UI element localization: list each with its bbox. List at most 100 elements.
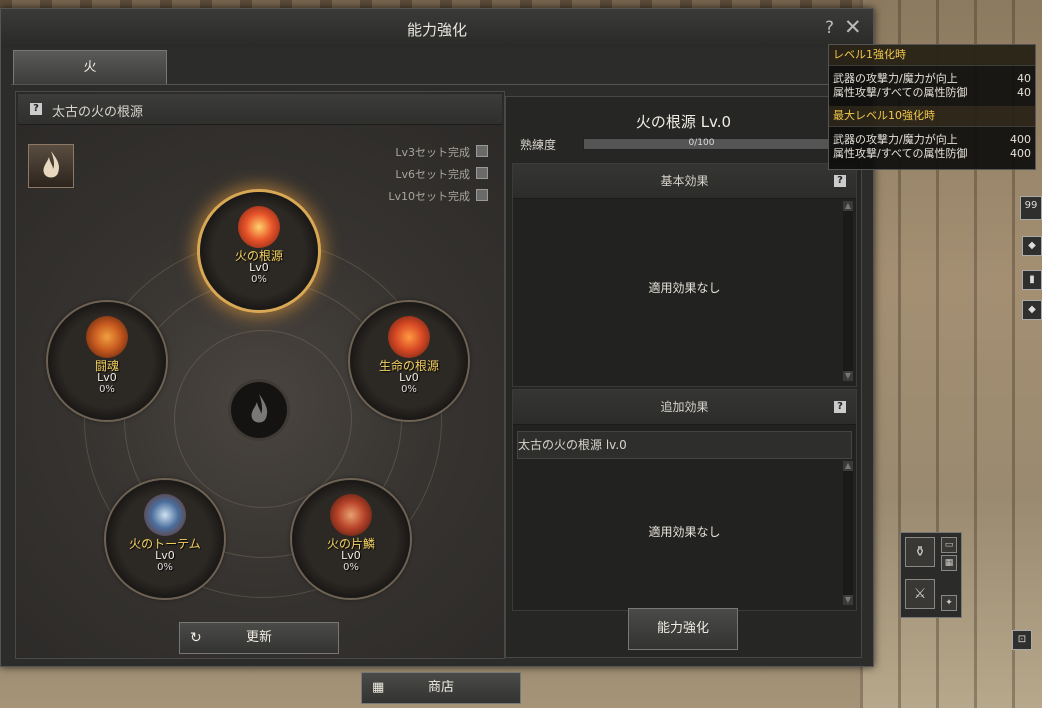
side-badge[interactable]: 99: [1020, 196, 1042, 220]
tooltip-row: 武器の攻撃力/魔力が向上 400: [829, 133, 1035, 147]
enhance-button[interactable]: 能力強化: [628, 608, 738, 650]
tooltip-value: 400: [1010, 133, 1031, 146]
window-title: 能力強化: [406, 21, 467, 39]
tab-divider: [11, 84, 863, 85]
set-label: Lv10セット完成: [388, 190, 470, 203]
basic-effect-title: 基本効果: [660, 174, 709, 188]
window-icon[interactable]: ▭: [941, 537, 957, 553]
sword-icon[interactable]: ⚔: [905, 579, 935, 609]
diamond-icon[interactable]: ◆: [1022, 300, 1042, 320]
ability-tree-panel: ? 太古の火の根源 Lv3セット完成 Lv6セット完成 Lv10セット完成 火の…: [15, 91, 505, 659]
extra-effect-header: 追加効果 ?: [513, 390, 856, 425]
diamond-icon[interactable]: ◆: [1022, 236, 1042, 256]
tooltip-row: 属性攻撃/すべての属性防御 40: [829, 86, 1035, 100]
shop-button[interactable]: ▦ 商店: [361, 672, 521, 704]
shop-label: 商店: [427, 680, 454, 695]
node-life-origin[interactable]: 生命の根源 Lv0 0%: [350, 302, 468, 420]
proficiency-bar: 0/100: [583, 138, 855, 150]
set-label: Lv3セット完成: [395, 146, 470, 159]
tab-fire[interactable]: 火: [13, 50, 167, 84]
titlebar: 能力強化 ? ✕: [1, 9, 873, 47]
fire-fragment-icon: [330, 494, 372, 536]
scrollbar[interactable]: ▲ ▼: [843, 201, 853, 381]
extra-effect-text: 適用効果なし: [648, 525, 721, 539]
tooltip-label: 武器の攻撃力/魔力が向上: [833, 72, 958, 85]
refresh-icon: ↻: [190, 630, 202, 646]
help-icon[interactable]: ?: [825, 18, 834, 38]
node-fire-fragment[interactable]: 火の片鱗 Lv0 0%: [292, 480, 410, 598]
set-checkbox: [476, 189, 488, 201]
life-origin-icon: [388, 316, 430, 358]
fighting-spirit-icon: [86, 316, 128, 358]
node-percent: 0%: [343, 562, 359, 573]
scroll-down-icon[interactable]: ▼: [843, 371, 853, 381]
node-percent: 0%: [157, 562, 173, 573]
node-level: Lv0: [155, 549, 175, 562]
basic-effect-section: 基本効果 ? 適用効果なし ▲ ▼: [512, 163, 857, 387]
proficiency-label: 熟練度: [520, 138, 557, 152]
set-completion-item: Lv10セット完成: [388, 188, 488, 210]
node-fighting-spirit[interactable]: 闘魂 Lv0 0%: [48, 302, 166, 420]
refresh-label: 更新: [245, 630, 272, 645]
extra-effect-subheader: 太古の火の根源 lv.0: [517, 431, 852, 459]
node-level: Lv0: [399, 371, 419, 384]
fire-origin-icon: [238, 206, 280, 248]
help-icon[interactable]: ?: [834, 175, 846, 187]
expand-icon[interactable]: ⊡: [1012, 630, 1032, 650]
scroll-down-icon[interactable]: ▼: [843, 595, 853, 605]
proficiency-text: 0/100: [688, 138, 715, 148]
set-label: Lv6セット完成: [395, 168, 470, 181]
tooltip-header: レベル1強化時: [829, 45, 1035, 66]
help-icon[interactable]: ?: [30, 103, 42, 115]
close-icon[interactable]: ✕: [844, 15, 862, 39]
node-level: Lv0: [341, 549, 361, 562]
potion-icon[interactable]: ⚱: [905, 537, 935, 567]
tower-icon[interactable]: ▮: [1022, 270, 1042, 290]
tooltip-value: 40: [1017, 86, 1031, 99]
node-level: Lv0: [97, 371, 117, 384]
node-fire-totem[interactable]: 火のトーテム Lv0 0%: [106, 480, 224, 598]
node-fire-origin[interactable]: 火の根源 Lv0 0%: [200, 192, 318, 310]
quick-slot-panel: ⚱ ▭ ▦ ⚔ ✦: [900, 532, 962, 618]
ability-detail-title: 火の根源 Lv.0: [635, 113, 732, 131]
node-percent: 0%: [251, 274, 267, 285]
node-percent: 0%: [99, 384, 115, 395]
set-completion-item: Lv3セット完成: [388, 144, 488, 166]
extra-effect-title: 追加効果: [660, 400, 709, 414]
help-icon[interactable]: ?: [834, 401, 846, 413]
flame-icon[interactable]: [28, 144, 74, 188]
scroll-up-icon[interactable]: ▲: [843, 461, 853, 471]
set-checkbox: [476, 167, 488, 179]
ability-tree-header: ? 太古の火の根源: [18, 94, 502, 125]
tooltip-value: 40: [1017, 72, 1031, 85]
basic-effect-text: 適用効果なし: [648, 281, 721, 295]
tooltip-value: 400: [1010, 147, 1031, 160]
tooltip-label: 属性攻撃/すべての属性防御: [833, 86, 968, 99]
basic-effect-body: 適用効果なし ▲ ▼: [513, 199, 856, 385]
basic-effect-header: 基本効果 ?: [513, 164, 856, 199]
scroll-up-icon[interactable]: ▲: [843, 201, 853, 211]
grid-icon[interactable]: ▦: [941, 555, 957, 571]
set-completion-list: Lv3セット完成 Lv6セット完成 Lv10セット完成: [388, 144, 488, 210]
tooltip-header: 最大レベル10強化時: [829, 106, 1035, 127]
ability-enhance-window: 能力強化 ? ✕ 火 ? 太古の火の根源 Lv3セット完成 Lv6セット完成 L…: [0, 8, 874, 667]
set-checkbox: [476, 145, 488, 157]
enhance-tooltip: レベル1強化時 武器の攻撃力/魔力が向上 40 属性攻撃/すべての属性防御 40 最…: [828, 44, 1036, 170]
tooltip-row: 属性攻撃/すべての属性防御 400: [829, 147, 1035, 161]
set-completion-item: Lv6セット完成: [388, 166, 488, 188]
node-level: Lv0: [249, 261, 269, 274]
center-flame-emblem: [231, 382, 287, 438]
extra-effect-section: 追加効果 ? 太古の火の根源 lv.0 適用効果なし ▲ ▼: [512, 389, 857, 611]
node-percent: 0%: [401, 384, 417, 395]
ability-detail-panel: 火の根源 Lv.0 熟練度 0/100 基本効果 ? 適用効果なし ▲ ▼ 追加…: [505, 96, 862, 658]
refresh-button[interactable]: ↻ 更新: [179, 622, 339, 654]
ability-tree-title: 太古の火の根源: [52, 105, 144, 120]
shop-icon: ▦: [372, 680, 385, 695]
fire-totem-icon: [144, 494, 186, 536]
tooltip-label: 属性攻撃/すべての属性防御: [833, 147, 968, 160]
tooltip-label: 武器の攻撃力/魔力が向上: [833, 133, 958, 146]
sparkle-icon[interactable]: ✦: [941, 595, 957, 611]
tooltip-row: 武器の攻撃力/魔力が向上 40: [829, 72, 1035, 86]
scrollbar[interactable]: ▲ ▼: [843, 461, 853, 605]
extra-effect-body: 適用効果なし ▲ ▼: [513, 459, 856, 609]
